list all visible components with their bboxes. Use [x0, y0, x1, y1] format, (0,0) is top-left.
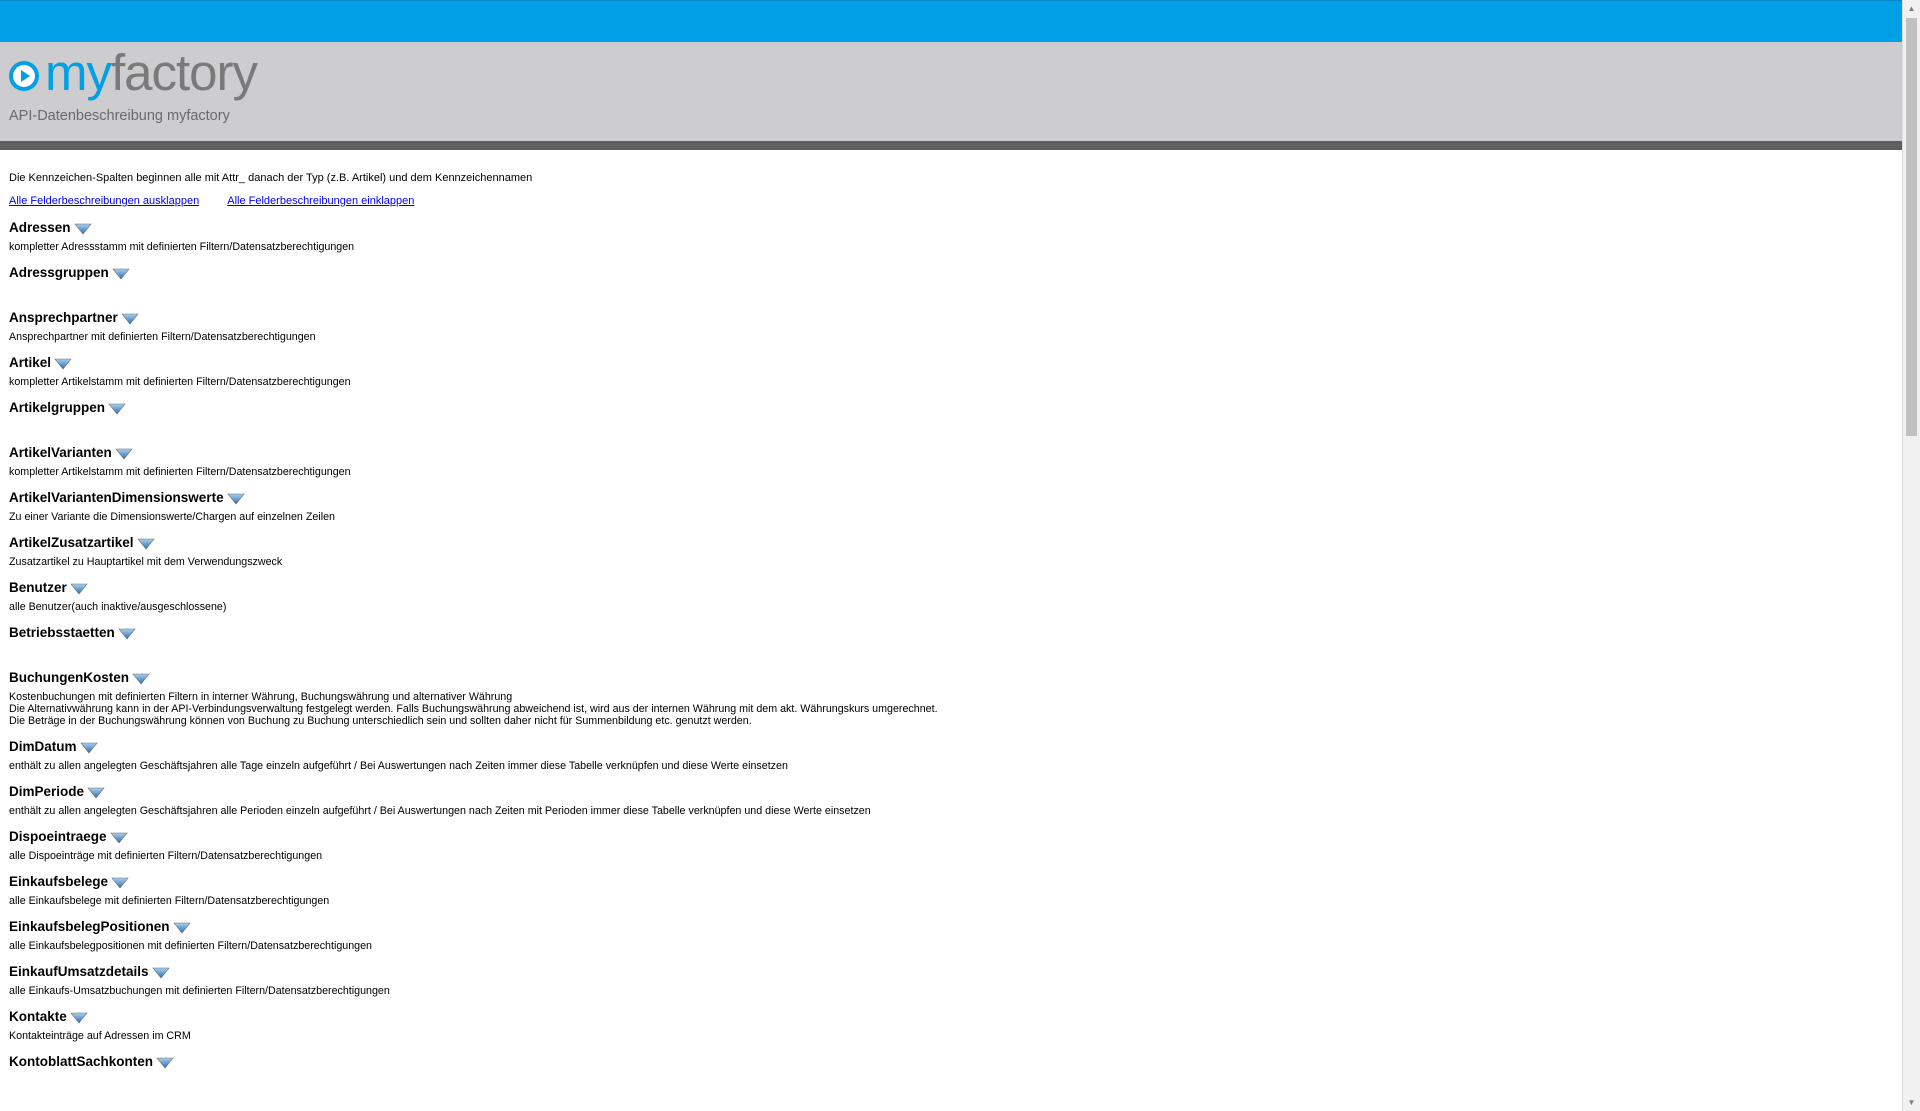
list-item: DimPeriode enthält zu allen angelegten Ge… — [9, 783, 1889, 817]
table-description: kompletter Artikelstamm mit definierten … — [9, 376, 351, 388]
list-item: ArtikelZusatzartikel Zusatzartikel zu Hau… — [9, 534, 1889, 568]
expand-triangle-icon[interactable] — [70, 1011, 88, 1023]
myfactory-logo: myfactory — [9, 47, 258, 98]
list-item: ArtikelVarianten kompletter Artikelstamm … — [9, 444, 1889, 478]
table-description — [9, 1075, 1889, 1087]
expand-triangle-icon[interactable] — [115, 447, 133, 459]
expand-triangle-icon[interactable] — [151, 966, 170, 978]
table-title: Adressen — [9, 220, 71, 235]
intro-text: Die Kennzeichen-Spalten beginnen alle mi… — [9, 172, 533, 184]
main-content: Die Kennzeichen-Spalten beginnen alle mi… — [9, 171, 1889, 1087]
expand-triangle-icon[interactable] — [136, 537, 155, 549]
table-description: alle Einkaufsbelege mit definierten Filt… — [9, 895, 330, 907]
list-item: ArtikelVariantenDimensionswerte Zu einer … — [9, 489, 1889, 523]
table-title: DimPeriode — [9, 784, 85, 799]
table-list: Adressen kompletter Adressstamm mit defin… — [9, 219, 1889, 1087]
table-title: Einkaufsbelege — [9, 874, 109, 889]
list-item: BuchungenKosten Kostenbuchungen mit defin… — [9, 669, 1889, 727]
table-description: Kontakteinträge auf Adressen im CRM — [9, 1030, 191, 1042]
expand-triangle-icon[interactable] — [54, 357, 72, 369]
list-item: DimDatum enthält zu allen angelegten Gesc… — [9, 738, 1889, 772]
expand-all-link[interactable]: Alle Felderbeschreibungen ausklappen — [9, 195, 199, 207]
list-item: EinkaufsbelegPositionen alle Einkaufsbele… — [9, 918, 1889, 952]
table-title: ArtikelVarianten — [9, 445, 112, 460]
scrollbar-thumb[interactable] — [1906, 18, 1917, 436]
table-description: Zu einer Variante die Dimensionswerte/Ch… — [9, 511, 335, 523]
table-title: Benutzer — [9, 580, 67, 595]
expand-triangle-icon[interactable] — [121, 312, 139, 324]
table-description: alle Dispoeinträge mit definierten Filte… — [9, 850, 323, 862]
page-header: myfactory API-Datenbeschreibung myfactor… — [0, 42, 1902, 141]
table-description: alle Einkaufsbelegpositionen mit definie… — [9, 940, 373, 952]
table-title: EinkaufsbelegPositionen — [9, 919, 170, 934]
list-item: Einkaufsbelege alle Einkaufsbelege mit de… — [9, 873, 1889, 907]
expand-triangle-icon[interactable] — [108, 402, 126, 414]
table-description: enthält zu allen angelegten Geschäftsjah… — [9, 805, 871, 817]
list-item: KontoblattSachkonten — [9, 1053, 1889, 1087]
expand-triangle-icon[interactable] — [132, 672, 150, 684]
list-item: Adressgruppen — [9, 264, 1889, 298]
expand-triangle-icon[interactable] — [156, 1056, 174, 1068]
page-subtitle: API-Datenbeschreibung myfactory — [9, 108, 230, 124]
table-description: Zusatzartikel zu Hauptartikel mit dem Ve… — [9, 556, 283, 568]
table-title: KontoblattSachkonten — [9, 1054, 153, 1069]
table-description: Kostenbuchungen mit definierten Filtern … — [9, 691, 938, 727]
table-title: ArtikelZusatzartikel — [9, 535, 134, 550]
list-item: Adressen kompletter Adressstamm mit defin… — [9, 219, 1889, 253]
list-item: Artikelgruppen — [9, 399, 1889, 433]
table-description — [9, 421, 1889, 433]
table-description: enthält zu allen angelegten Geschäftsjah… — [9, 760, 788, 772]
table-description: alle Benutzer(auch inaktive/ausgeschloss… — [9, 601, 227, 613]
table-description — [9, 286, 1889, 298]
list-item: Betriebsstaetten — [9, 624, 1889, 658]
list-item: Ansprechpartner Ansprechpartner mit defin… — [9, 309, 1889, 343]
table-title: ArtikelVariantenDimensionswerte — [9, 490, 224, 505]
table-title: Betriebsstaetten — [9, 625, 115, 640]
expand-triangle-icon[interactable] — [70, 582, 88, 594]
table-title: Ansprechpartner — [9, 310, 118, 325]
table-title: Kontakte — [9, 1009, 67, 1024]
list-item: Benutzer alle Benutzer(auch inaktive/ausg… — [9, 579, 1889, 613]
logo-text-my: my — [45, 44, 112, 101]
table-title: BuchungenKosten — [9, 670, 129, 685]
expand-triangle-icon[interactable] — [87, 786, 105, 798]
expand-triangle-icon[interactable] — [118, 627, 136, 639]
list-item: Kontakte Kontakteinträge auf Adressen im … — [9, 1008, 1889, 1042]
header-divider — [0, 141, 1902, 150]
table-title: Artikel — [9, 355, 52, 370]
table-description: Ansprechpartner mit definierten Filtern/… — [9, 331, 316, 343]
list-item: Dispoeintraege alle Dispoeinträge mit def… — [9, 828, 1889, 862]
scroll-down-icon[interactable]: ▼ — [1903, 1094, 1920, 1111]
list-item: Artikel kompletter Artikelstamm mit defin… — [9, 354, 1889, 388]
scroll-up-icon[interactable]: ▲ — [1903, 0, 1920, 17]
table-description: alle Einkaufs-Umsatzbuchungen mit defini… — [9, 985, 390, 997]
table-description: kompletter Adressstamm mit definierten F… — [9, 241, 355, 253]
expand-triangle-icon[interactable] — [112, 267, 130, 279]
expand-triangle-icon[interactable] — [172, 921, 191, 933]
expand-triangle-icon[interactable] — [79, 741, 98, 753]
list-item: EinkaufUmsatzdetails alle Einkaufs-Umsatz… — [9, 963, 1889, 997]
table-title: Artikelgruppen — [9, 400, 106, 415]
expand-triangle-icon[interactable] — [73, 222, 92, 234]
table-title: Adressgruppen — [9, 265, 109, 280]
collapse-all-link[interactable]: Alle Felderbeschreibungen einklappen — [227, 195, 414, 207]
table-description — [9, 646, 1889, 658]
logo-text-factory: factory — [110, 44, 258, 101]
table-description: kompletter Artikelstamm mit definierten … — [9, 466, 351, 478]
expand-triangle-icon[interactable] — [109, 831, 128, 843]
table-title: EinkaufUmsatzdetails — [9, 964, 149, 979]
top-bar — [0, 0, 1902, 42]
vertical-scrollbar[interactable]: ▲ ▼ — [1902, 0, 1920, 1111]
play-icon — [9, 61, 39, 91]
expand-triangle-icon[interactable] — [111, 876, 129, 888]
table-title: Dispoeintraege — [9, 829, 107, 844]
expand-triangle-icon[interactable] — [226, 492, 245, 504]
toggle-links: Alle Felderbeschreibungen ausklappen All… — [9, 194, 1889, 208]
table-title: DimDatum — [9, 739, 77, 754]
